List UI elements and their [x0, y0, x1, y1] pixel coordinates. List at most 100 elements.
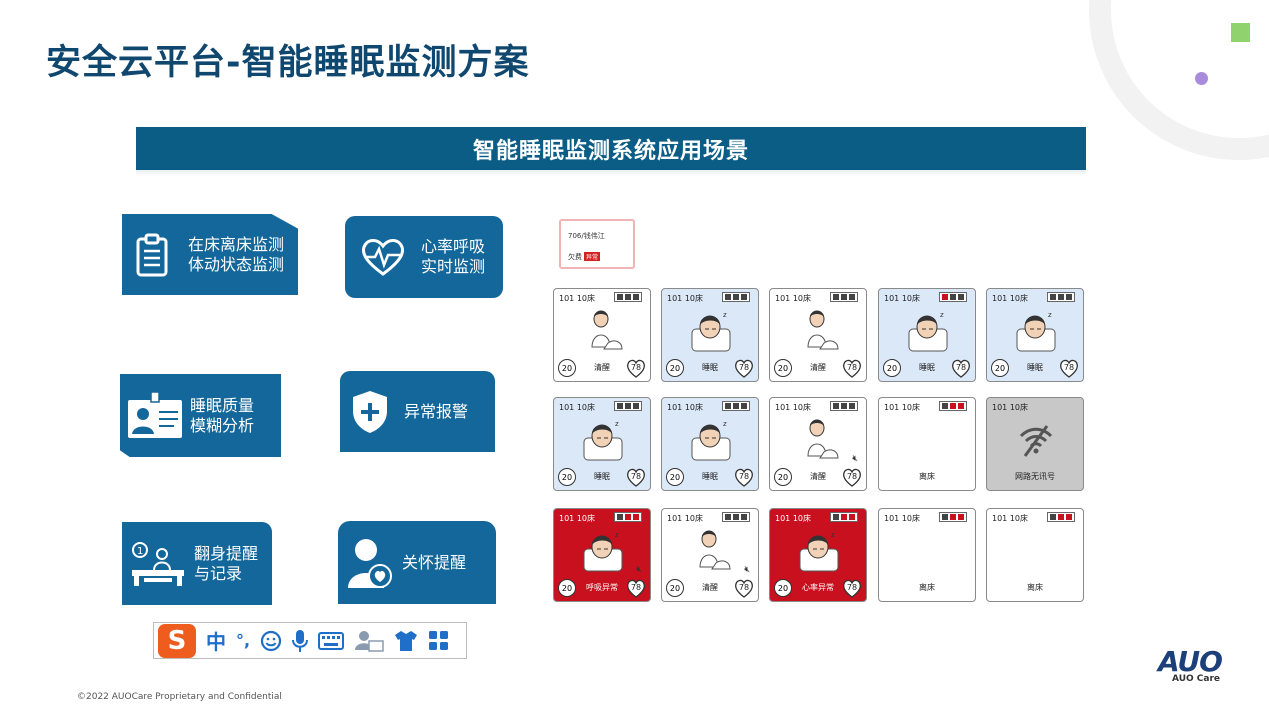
no-signal-icon [1017, 422, 1055, 460]
sogou-logo-icon[interactable]: S [158, 623, 196, 658]
status-indicator [614, 512, 642, 522]
sleeping-person-icon: z [690, 416, 732, 462]
bed-label: 101 10床 [992, 294, 1028, 303]
feature-card-turnover: 1 翻身提醒 与记录 [122, 522, 272, 605]
svg-text:z: z [940, 311, 944, 319]
care-person-icon [338, 536, 402, 590]
bed-card[interactable]: 101 10床 离床 [986, 508, 1084, 602]
auo-logo: AUO AUO Care [1158, 645, 1223, 684]
card-line1: 翻身提醒 [194, 543, 259, 563]
bed-label: 101 10床 [992, 514, 1028, 523]
svg-text:z: z [615, 420, 619, 428]
bed-status: 呼吸异常 [586, 583, 618, 592]
bed-card[interactable]: 101 10床 z 20 78 睡眠 [553, 397, 651, 491]
bed-card[interactable]: 101 10床 z 20 78 睡眠 [986, 288, 1084, 382]
bed-card[interactable]: 101 10床 z 20 78 心率异常 [769, 508, 867, 602]
card-line2: 实时监测 [421, 257, 486, 276]
bed-status: 清醒 [810, 363, 826, 372]
bed-label: 101 10床 [884, 294, 920, 303]
status-indicator [722, 512, 750, 522]
feature-card-sleep-quality: 睡眠质量 模糊分析 [120, 374, 281, 457]
mute-icon: 🔇︎ [636, 565, 642, 575]
status-indicator [830, 512, 858, 522]
user-card-icon[interactable] [354, 630, 384, 652]
status-indicator [614, 292, 642, 302]
card-line1: 在床离床监测 [188, 234, 285, 254]
status-indicator [939, 401, 967, 411]
chinese-mode-icon[interactable]: 中 [206, 626, 226, 655]
feature-card-alarm: 异常报警 [340, 371, 495, 452]
bed-status: 清醒 [594, 363, 610, 372]
svg-text:z: z [723, 420, 727, 428]
bed-card[interactable]: 101 10床 z 20 78 睡眠 [878, 288, 976, 382]
punctuation-icon[interactable]: °, [236, 631, 250, 650]
keyboard-icon[interactable] [318, 631, 345, 650]
status-indicator [830, 401, 858, 411]
card-line1: 异常报警 [404, 401, 469, 421]
bed-label: 101 10床 [884, 514, 920, 523]
bed-card[interactable]: 101 10床 离床 [878, 397, 976, 491]
card-line2: 与记录 [194, 563, 243, 583]
purple-dot-decoration [1195, 72, 1208, 85]
bed-status: 离床 [919, 472, 935, 481]
card-line1: 心率呼吸 [421, 237, 486, 256]
sleeping-person-icon: z [690, 307, 732, 353]
bed-card[interactable]: 101 10床 网路无讯号 [986, 397, 1084, 491]
bed-label: 101 10床 [559, 514, 595, 523]
alert-badge: 异常 [584, 252, 601, 261]
sleeping-person-icon: z [798, 527, 840, 573]
turnover-icon: 1 [122, 540, 194, 588]
feature-card-heart-rate: 心率呼吸 实时监测 [345, 216, 503, 298]
logo-subtext: AUO Care [1172, 674, 1221, 684]
microphone-icon[interactable] [292, 629, 309, 653]
card-line2: 模糊分析 [190, 415, 255, 435]
status-indicator [1047, 512, 1075, 522]
card-line2: 体动状态监测 [188, 254, 285, 274]
mute-icon: 🔇︎ [852, 454, 858, 464]
svg-text:z: z [723, 311, 727, 319]
card-line1: 关怀提醒 [402, 552, 467, 572]
bed-label: 101 10床 [667, 294, 703, 303]
sleeping-person-icon: z [907, 307, 949, 353]
bed-status: 睡眠 [919, 363, 935, 372]
bed-label: 101 10床 [775, 294, 811, 303]
mute-icon: 🔇︎ [744, 565, 750, 575]
bed-card[interactable]: 101 10床 🔇︎ 20 78 清醒 [769, 397, 867, 491]
bed-card[interactable]: 101 10床 z 🔇︎ 20 78 呼吸异常 [553, 508, 651, 602]
footer-copyright: ©2022 AUOCare Proprietary and Confidenti… [77, 692, 282, 702]
bed-status: 睡眠 [1027, 363, 1043, 372]
bed-card[interactable]: 101 10床 离床 [878, 508, 976, 602]
sitting-person-icon [798, 307, 840, 353]
alert-card[interactable]: 706/钱伟江 欠费 异常 [559, 219, 635, 269]
grid-apps-icon[interactable] [428, 630, 450, 652]
sleeping-person-icon: z [1015, 307, 1057, 353]
bed-status: 心率异常 [802, 583, 834, 592]
bed-card[interactable]: 101 10床 z 20 78 睡眠 [661, 288, 759, 382]
bed-label: 101 10床 [775, 514, 811, 523]
section-banner: 智能睡眠监测系统应用场景 [136, 127, 1086, 170]
sitting-person-icon [582, 307, 624, 353]
shirt-icon[interactable] [394, 630, 418, 652]
status-indicator [939, 512, 967, 522]
bed-card[interactable]: 101 10床 20 78 清醒 [553, 288, 651, 382]
bed-label: 101 10床 [775, 403, 811, 412]
feature-card-care: 关怀提醒 [338, 521, 496, 604]
status-indicator [830, 292, 858, 302]
bed-card[interactable]: 101 10床 🔇︎ 20 78 清醒 [661, 508, 759, 602]
bed-status: 清醒 [702, 583, 718, 592]
page-title: 安全云平台-智能睡眠监测方案 [46, 43, 530, 83]
emoji-icon[interactable] [260, 630, 282, 652]
bed-label: 101 10床 [559, 403, 595, 412]
clipboard-icon [122, 233, 182, 277]
shield-plus-icon [340, 389, 400, 435]
bed-label: 101 10床 [667, 514, 703, 523]
bed-card[interactable]: 101 10床 z 20 78 睡眠 [661, 397, 759, 491]
svg-text:z: z [1048, 311, 1052, 319]
status-indicator [614, 401, 642, 411]
bed-status: 网路无讯号 [1015, 472, 1055, 481]
sleeping-person-icon: z [582, 416, 624, 462]
banner-shadow [136, 170, 1086, 176]
bed-card[interactable]: 101 10床 20 78 清醒 [769, 288, 867, 382]
bed-status: 清醒 [810, 472, 826, 481]
bed-status: 睡眠 [594, 472, 610, 481]
